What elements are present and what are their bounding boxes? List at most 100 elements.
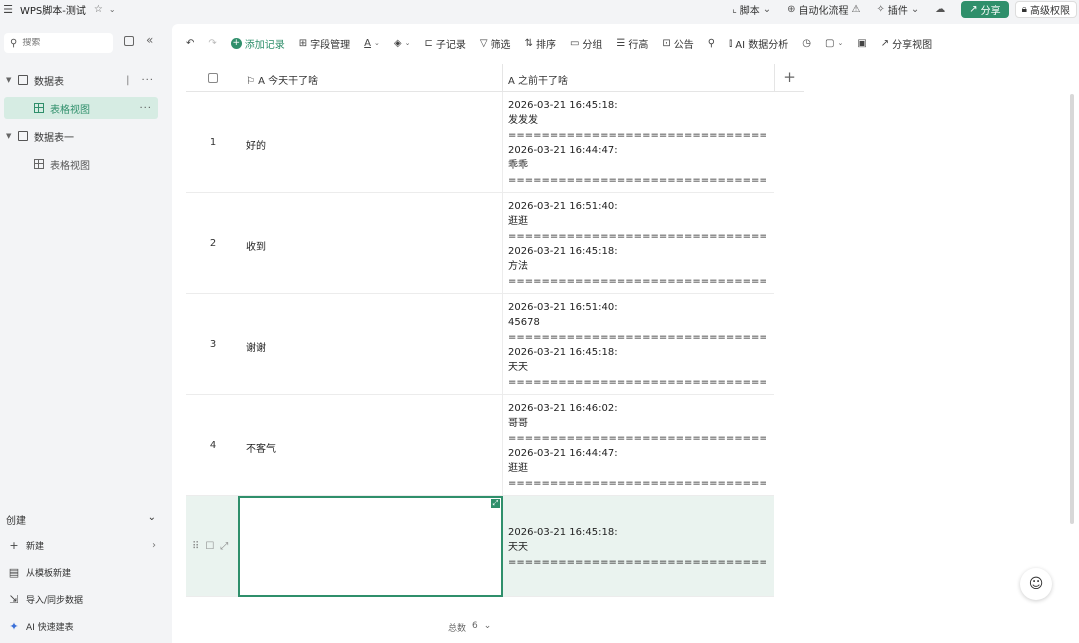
- assistant-icon[interactable]: ☺: [1020, 568, 1052, 600]
- vertical-scrollbar[interactable]: [1070, 94, 1074, 524]
- menu-icon[interactable]: ☰: [0, 3, 16, 16]
- select-all-checkbox[interactable]: [208, 73, 218, 83]
- warning-icon: ⚠: [851, 3, 861, 15]
- ai-analysis-button[interactable]: ⫾ AI 数据分析: [729, 36, 788, 51]
- advanced-permission-button[interactable]: 🔒︎ 高级权限: [1014, 0, 1077, 18]
- search-icon: ⚲: [707, 37, 716, 49]
- clipboard-button[interactable]: ▣: [857, 38, 866, 49]
- chevron-down-icon[interactable]: ⌄: [109, 5, 116, 14]
- sub-record-icon: ⊏: [424, 37, 433, 49]
- chevron-down-icon: ⌄: [762, 3, 772, 15]
- import-icon: ⇲: [9, 593, 19, 606]
- row-checkbox[interactable]: ☐: [205, 541, 214, 552]
- row-height-button[interactable]: ☰ 行高: [616, 36, 648, 51]
- sidebar-view-grid-1[interactable]: 表格视图 ···: [4, 97, 158, 119]
- sidebar-search[interactable]: ⚲: [4, 33, 113, 53]
- announcement-icon: ⊡: [662, 37, 671, 49]
- chevron-down-icon: ⌄: [374, 39, 380, 47]
- sort-icon: ⇅: [524, 37, 533, 49]
- field-manage-button[interactable]: ⊞ 字段管理: [299, 36, 350, 51]
- announcement-button[interactable]: ⊡ 公告: [662, 36, 693, 51]
- chevron-down-icon: ⌄: [910, 3, 920, 15]
- cell-today[interactable]: 好的: [246, 137, 266, 152]
- sidebar-table-1[interactable]: ▼ 数据表 | ···: [0, 69, 160, 91]
- grid-view-icon: [34, 159, 44, 169]
- undo-button[interactable]: ↶: [186, 38, 194, 49]
- table-row[interactable]: 4 不客气 2026-03-21 16:46:02: 哥哥 ==========…: [186, 395, 774, 496]
- column-header-today[interactable]: ⚐ A 今天干了啥: [246, 72, 318, 87]
- script-icon: ⌞: [732, 3, 737, 15]
- filter-button[interactable]: ▽ 筛选: [480, 36, 511, 51]
- automation-button[interactable]: ⊕ 自动化流程 ⚠: [787, 2, 860, 17]
- add-record-button[interactable]: + 添加记录: [230, 36, 285, 51]
- more-icon[interactable]: ···: [139, 103, 152, 114]
- cell-today[interactable]: 不客气: [246, 440, 276, 455]
- redo-icon: ↷: [208, 37, 217, 49]
- sidebar-table-2[interactable]: ▼ 数据表一: [0, 125, 160, 147]
- undo-icon: ↶: [186, 37, 195, 49]
- create-new-button[interactable]: + 新建 ›: [8, 539, 156, 552]
- ai-icon: ✦: [9, 620, 19, 633]
- create-from-template-button[interactable]: ▤ 从模板新建: [8, 566, 156, 579]
- cell-before[interactable]: 2026-03-21 16:45:18: 天天 ================…: [508, 510, 766, 570]
- cell-editor[interactable]: ⤢: [238, 496, 503, 597]
- app-title[interactable]: WPS脚本-测试: [20, 2, 86, 17]
- plus-circle-icon: +: [230, 37, 242, 49]
- sidebar-view-grid-2[interactable]: 表格视图: [0, 153, 160, 175]
- grid-header: ⚐ A 今天干了啥 A 之前干了啥: [186, 64, 774, 92]
- column-header-before[interactable]: A 之前干了啥: [508, 72, 568, 87]
- comment-button[interactable]: ▢ ⌄: [825, 38, 843, 49]
- text-color-button[interactable]: A ⌄: [364, 38, 380, 49]
- flow-icon: ⊕: [787, 3, 796, 15]
- sort-button[interactable]: ⇅ 排序: [525, 36, 556, 51]
- data-grid: ⚐ A 今天干了啥 A 之前干了啥 + 1 好的 2026-03-21 16:4…: [186, 64, 804, 617]
- search-input[interactable]: [22, 38, 103, 48]
- lock-icon: 🔒︎: [1021, 3, 1027, 15]
- collapse-sidebar-icon[interactable]: «: [146, 33, 153, 47]
- filter-icon: ▽: [479, 37, 488, 49]
- plugin-button[interactable]: ✧ 插件 ⌄: [877, 2, 920, 17]
- fill-color-button[interactable]: ◈ ⌄: [394, 38, 411, 49]
- chevron-down-icon[interactable]: ⌄: [484, 621, 492, 634]
- record-count: 总数 6 ⌄: [448, 621, 492, 634]
- table-row[interactable]: 3 谢谢 2026-03-21 16:51:40: 45678 ========…: [186, 294, 774, 395]
- share-view-button[interactable]: ↗ 分享视图: [881, 36, 932, 51]
- ai-create-table-button[interactable]: ✦ AI 快速建表: [8, 620, 156, 633]
- star-icon[interactable]: ☆: [94, 4, 103, 15]
- panel-icon[interactable]: [124, 36, 134, 46]
- cell-before[interactable]: 2026-03-21 16:51:40: 逛逛 ================…: [508, 199, 766, 289]
- share-button[interactable]: ↗ 分享: [961, 0, 1009, 18]
- table-row[interactable]: 2 收到 2026-03-21 16:51:40: 逛逛 ===========…: [186, 193, 774, 294]
- chevron-down-icon: ⌄: [837, 39, 844, 47]
- expand-cell-icon[interactable]: ⤢: [491, 499, 500, 508]
- share-icon: ↗: [880, 37, 890, 49]
- row-height-icon: ☰: [616, 37, 626, 49]
- cell-today[interactable]: 收到: [246, 238, 266, 253]
- caret-down-icon[interactable]: ▼: [6, 132, 18, 140]
- folder-icon: ▭: [569, 37, 580, 49]
- sub-record-button[interactable]: ⊏ 子记录: [424, 36, 465, 51]
- create-section-header[interactable]: 创建 ⌄: [6, 512, 156, 527]
- script-button[interactable]: ⌞ 脚本 ⌄: [732, 2, 771, 17]
- table-row[interactable]: 1 好的 2026-03-21 16:45:18: 发发发 ==========…: [186, 92, 774, 193]
- expand-row-icon[interactable]: ⤢: [220, 541, 228, 552]
- more-icon[interactable]: ···: [141, 75, 154, 86]
- cell-today[interactable]: 谢谢: [246, 339, 266, 354]
- drag-handle-icon[interactable]: ⠿: [192, 541, 199, 552]
- cell-before[interactable]: 2026-03-21 16:46:02: 哥哥 ================…: [508, 401, 766, 491]
- import-sync-button[interactable]: ⇲ 导入/同步数据: [8, 593, 156, 606]
- plugin-icon: ✧: [876, 3, 885, 15]
- cell-before[interactable]: 2026-03-21 16:45:18: 发发发 ===============…: [508, 98, 766, 188]
- redo-button[interactable]: ↷: [208, 38, 216, 49]
- comment-icon: ▢: [825, 37, 835, 49]
- title-bar: ☰ WPS脚本-测试 ☆ ⌄ ⌞ 脚本 ⌄ ⊕ 自动化流程 ⚠ ✧ 插件 ⌄ ☁…: [0, 0, 1079, 18]
- cloud-sync-button[interactable]: ☁: [935, 4, 945, 15]
- history-button[interactable]: ◷: [802, 38, 811, 49]
- add-column-button[interactable]: +: [774, 64, 804, 92]
- group-button[interactable]: ▭ 分组: [570, 36, 602, 51]
- cell-before[interactable]: 2026-03-21 16:51:40: 45678 =============…: [508, 300, 766, 390]
- table-row-selected[interactable]: ⠿ ☐ ⤢ ⤢ 2026-03-21 16:45:18: 天天 ========…: [186, 496, 774, 597]
- cloud-icon: ☁: [935, 3, 946, 15]
- search-button[interactable]: ⚲: [708, 38, 715, 49]
- caret-down-icon[interactable]: ▼: [6, 76, 18, 84]
